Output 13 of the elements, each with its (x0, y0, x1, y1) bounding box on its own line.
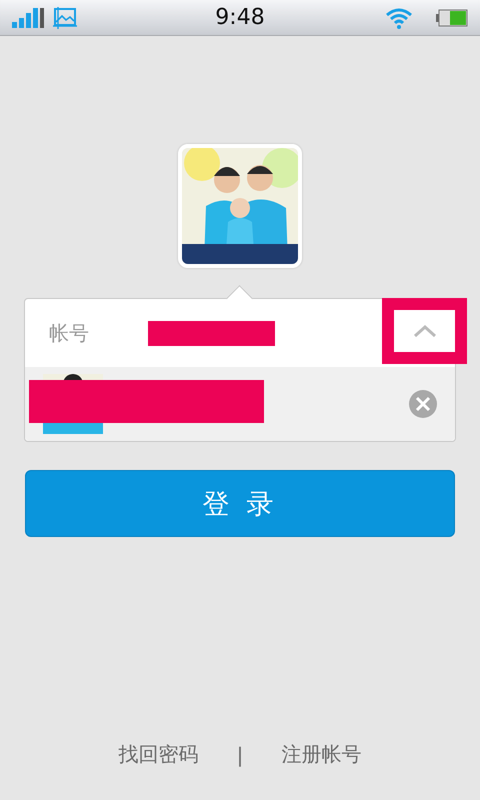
wifi-icon (385, 6, 413, 28)
saved-account-row[interactable] (25, 367, 455, 441)
chevron-up-icon[interactable] (412, 324, 436, 338)
image-icon (53, 6, 77, 28)
signal-icon (12, 6, 44, 28)
login-button[interactable]: 登 录 (25, 470, 455, 537)
account-label: 帐号 (49, 320, 89, 346)
remove-icon[interactable] (409, 390, 437, 418)
forgot-password-link[interactable]: 找回密码 (118, 741, 199, 768)
battery-icon (436, 8, 468, 26)
link-separator: | (236, 742, 244, 766)
register-link[interactable]: 注册帐号 (281, 741, 362, 768)
clock-time: 9:48 (215, 5, 265, 30)
